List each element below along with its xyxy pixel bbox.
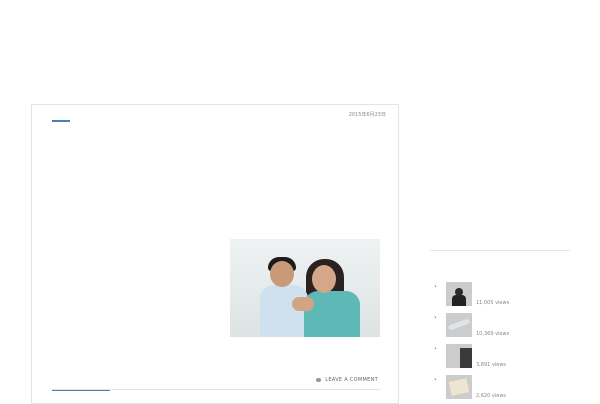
category-label[interactable] <box>52 111 70 122</box>
view-count: 10,369 views <box>476 331 510 337</box>
nav-item-3[interactable] <box>138 70 178 80</box>
list-item[interactable]: • 11,005 views <box>434 280 574 308</box>
nav-item-4[interactable] <box>190 70 230 80</box>
bullet-icon: • <box>434 284 437 290</box>
site-title[interactable] <box>31 18 151 30</box>
nav-item-5[interactable] <box>242 70 282 80</box>
nav-item-2[interactable] <box>86 70 126 80</box>
nav-item-1[interactable] <box>34 70 74 80</box>
wave-thumb[interactable] <box>446 313 472 337</box>
popular-post-title[interactable] <box>476 313 572 321</box>
post-date: 2015年6月23日 <box>348 112 386 118</box>
nav-item-6[interactable] <box>294 70 334 80</box>
businesswoman-thumb[interactable] <box>446 282 472 306</box>
global-nav <box>34 70 386 80</box>
documents-thumb[interactable] <box>446 375 472 399</box>
popular-post-title[interactable] <box>476 344 572 352</box>
list-item[interactable]: • 2,620 views <box>434 373 574 401</box>
list-item[interactable]: • 10,369 views <box>434 311 574 339</box>
leave-comment-link[interactable]: LEAVE A COMMENT <box>316 377 378 383</box>
article-card: 2015年6月23日 LEAVE A COMMENT <box>31 104 399 404</box>
site-tagline <box>31 32 121 38</box>
divider <box>52 389 380 390</box>
popular-post-title[interactable] <box>476 375 572 383</box>
paragraph-1 <box>52 237 227 251</box>
popular-posts-heading <box>430 266 444 273</box>
sidebar-divider <box>430 250 570 251</box>
popular-posts-list: • 11,005 views • 10,369 views • 3,891 vi… <box>434 280 574 404</box>
article-body <box>52 237 227 321</box>
comment-icon <box>316 377 322 382</box>
bullet-icon: • <box>434 377 437 383</box>
view-count: 2,620 views <box>476 393 507 399</box>
article-subheading <box>52 197 352 213</box>
bullet-icon: • <box>434 346 437 352</box>
leave-comment-label: LEAVE A COMMENT <box>325 377 378 383</box>
list-item[interactable]: • 3,891 views <box>434 342 574 370</box>
popular-post-title[interactable] <box>476 282 572 290</box>
paragraph-2 <box>52 265 227 279</box>
office-thumb[interactable] <box>446 344 472 368</box>
nav-item-7[interactable] <box>346 70 386 80</box>
article-title <box>52 139 382 155</box>
view-count: 11,005 views <box>476 300 510 306</box>
couple-holding-hands-photo <box>230 239 380 337</box>
bullet-icon: • <box>434 315 437 321</box>
view-count: 3,891 views <box>476 362 507 368</box>
